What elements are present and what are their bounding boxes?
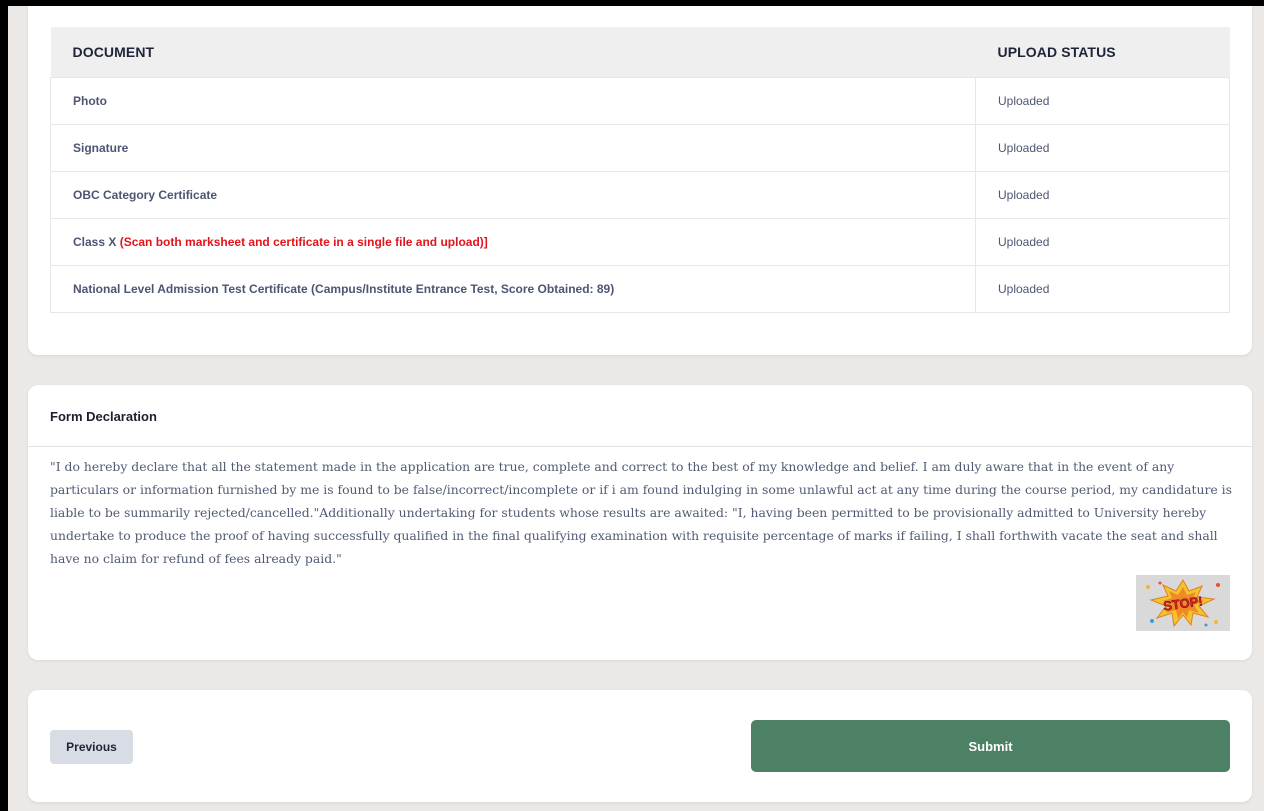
document-name: OBC Category Certificate	[73, 188, 218, 202]
previous-button[interactable]: Previous	[50, 730, 133, 764]
column-header-upload-status: UPLOAD STATUS	[975, 27, 1230, 78]
stop-badge-image: STOP!	[1136, 575, 1230, 631]
document-name: National Level Admission Test Certificat…	[73, 282, 615, 296]
document-name-cell: Signature	[50, 124, 976, 172]
page-frame: DOCUMENT UPLOAD STATUS Photo Uploaded Si…	[8, 6, 1264, 811]
document-name-cell: National Level Admission Test Certificat…	[50, 265, 976, 313]
actions-card: Previous Submit	[28, 690, 1252, 802]
document-name: Signature	[73, 141, 129, 155]
upload-status-cell: Uploaded	[975, 77, 1230, 125]
column-header-document: DOCUMENT	[50, 27, 976, 78]
table-row: OBC Category Certificate Uploaded	[50, 171, 1230, 219]
declaration-card: Form Declaration "I do hereby declare th…	[28, 385, 1252, 660]
document-name: Class X	[73, 235, 120, 249]
upload-status-cell: Uploaded	[975, 171, 1230, 219]
upload-status-cell: Uploaded	[975, 124, 1230, 172]
documents-table: DOCUMENT UPLOAD STATUS Photo Uploaded Si…	[50, 27, 1230, 313]
table-row: National Level Admission Test Certificat…	[50, 265, 1230, 313]
table-row: Photo Uploaded	[50, 77, 1230, 125]
table-row: Class X (Scan both marksheet and certifi…	[50, 218, 1230, 266]
submit-button[interactable]: Submit	[751, 720, 1230, 772]
stop-burst-icon: STOP!	[1136, 575, 1230, 631]
declaration-title: Form Declaration	[28, 385, 1252, 447]
document-name-cell: Photo	[50, 77, 976, 125]
documents-card: DOCUMENT UPLOAD STATUS Photo Uploaded Si…	[28, 6, 1252, 355]
table-header-row: DOCUMENT UPLOAD STATUS	[50, 27, 1230, 78]
document-note: (Scan both marksheet and certificate in …	[119, 235, 488, 249]
table-row: Signature Uploaded	[50, 124, 1230, 172]
document-name-cell: OBC Category Certificate	[50, 171, 976, 219]
document-name-cell: Class X (Scan both marksheet and certifi…	[50, 218, 976, 266]
upload-status-cell: Uploaded	[975, 265, 1230, 313]
upload-status-cell: Uploaded	[975, 218, 1230, 266]
document-name: Photo	[73, 94, 107, 108]
declaration-text: "I do hereby declare that all the statem…	[50, 459, 1232, 566]
